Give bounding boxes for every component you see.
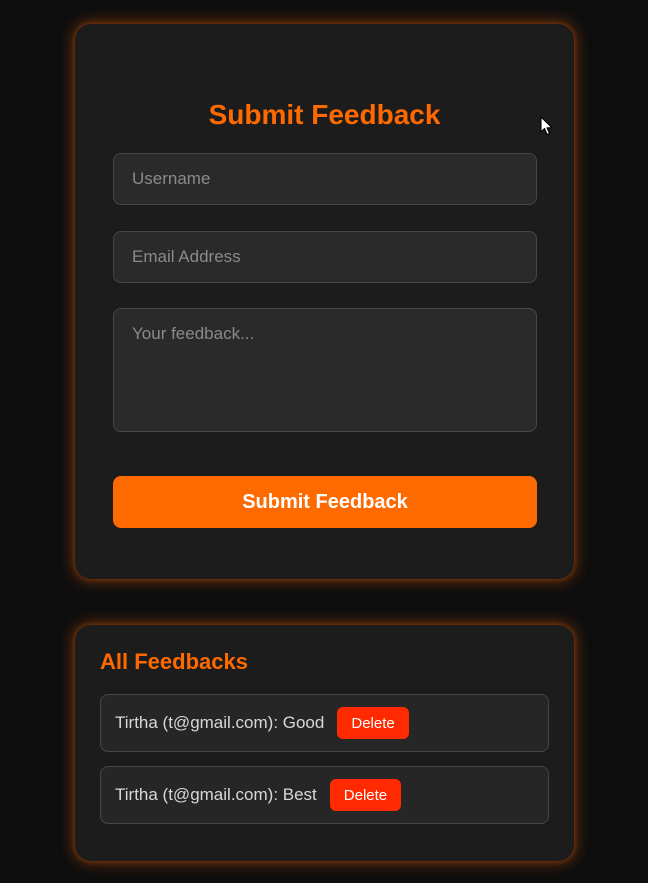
feedback-item-text: Tirtha (t@gmail.com): Good: [115, 713, 325, 732]
feedback-item: Tirtha (t@gmail.com): Best Delete: [100, 766, 549, 824]
feedback-textarea[interactable]: [113, 308, 537, 432]
email-input[interactable]: [113, 231, 537, 283]
delete-button[interactable]: Delete: [329, 779, 402, 811]
username-input[interactable]: [113, 153, 537, 205]
feedbacks-title: All Feedbacks: [100, 649, 248, 674]
submit-feedback-button[interactable]: Submit Feedback: [113, 476, 537, 528]
page: Submit Feedback Submit Feedback All Feed…: [0, 0, 648, 883]
form-title: Submit Feedback: [208, 99, 441, 130]
mouse-pointer-icon: [540, 116, 553, 136]
feedback-item: Tirtha (t@gmail.com): Good Delete: [100, 694, 549, 752]
delete-button[interactable]: Delete: [337, 707, 409, 739]
feedback-form-card: Submit Feedback Submit Feedback: [75, 24, 574, 579]
feedback-item-text: Tirtha (t@gmail.com): Best: [115, 785, 317, 804]
all-feedbacks-card: All Feedbacks Tirtha (t@gmail.com): Good…: [75, 625, 574, 861]
